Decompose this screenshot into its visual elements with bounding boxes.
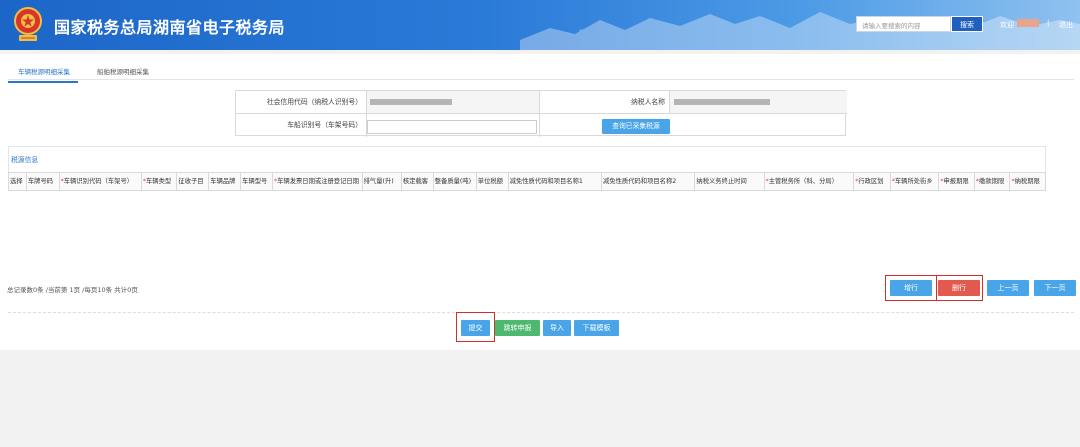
grid-column-label: 车辆型号 (242, 178, 268, 185)
grid-column-header: 减免性质代码和项目名称1 (509, 173, 602, 190)
grid-column-label: 车辆所处街乡 (894, 178, 933, 185)
grid-column-label: 车辆发票日期或注册登记日期 (277, 178, 359, 185)
credit-code-redacted (370, 99, 452, 105)
grid-column-label: 排气量(升) (363, 178, 394, 185)
taxpayer-name-field (670, 91, 847, 114)
credit-code-field (367, 91, 540, 114)
grid-title: 税源信息 (11, 156, 39, 164)
grid-column-header: *缴款期限 (975, 173, 1011, 190)
site-title: 国家税务总局湖南省电子税务局 (54, 18, 286, 37)
grid-title-bar: 税源信息 (8, 146, 1046, 173)
header-bar: 国家税务总局湖南省电子税务局 请输入要搜索的内容 搜索 欢迎 | 退出 (0, 0, 1080, 50)
mountain-skyline-decoration (520, 12, 1080, 50)
prev-page-button[interactable]: 上一页 (987, 280, 1029, 296)
grid-column-header: *主管税务所（科、分局） (765, 173, 855, 190)
username-redacted (1017, 19, 1039, 27)
main-panel: 车辆税源明细采集 船舶税源明细采集 社会信用代码（纳税人识别号） 纳税人名称 车… (0, 54, 1080, 350)
header-separator: | (1047, 19, 1050, 27)
credit-code-label: 社会信用代码（纳税人识别号） (236, 91, 367, 114)
grid-column-header: *行政区划 (854, 173, 891, 190)
pagination-summary: 总记录数0条 /当前第 1页 /每页10条 共计0页 (7, 286, 138, 294)
grid-column-label: 纳税期限 (1014, 178, 1040, 185)
grid-column-header: 整备质量(吨) (434, 173, 477, 190)
vin-label: 车船识别号（车架号码） (236, 114, 367, 137)
import-button[interactable]: 导入 (543, 320, 571, 336)
grid-column-header: 车辆品牌 (209, 173, 242, 190)
grid-column-label: 车辆类型 (145, 178, 172, 185)
grid-column-header: 核定载客 (402, 173, 434, 190)
grid-column-header: 纳税义务终止时间 (695, 173, 765, 190)
grid-column-header: 单位税额 (477, 173, 509, 190)
grid-column-label: 行政区划 (858, 178, 884, 185)
next-page-button[interactable]: 下一页 (1034, 280, 1076, 296)
active-tab-indicator (8, 81, 78, 83)
grid-header-row: 选择 车牌号码 *车辆识别代码（车架号） *车辆类型 征收子目 车辆品牌 车辆型号 *车辆发票… (8, 172, 1046, 191)
grid-column-label: 单位税额 (477, 178, 503, 185)
taxpayer-name-redacted (674, 99, 770, 105)
grid-column-header: 车牌号码 (27, 173, 60, 190)
grid-column-label: 纳税义务终止时间 (696, 178, 747, 185)
grid-column-label: 整备质量(吨) (434, 178, 472, 185)
query-form: 社会信用代码（纳税人识别号） 纳税人名称 车船识别号（车架号码） 查询已采集税源 (235, 90, 847, 137)
grid-column-label: 核定载客 (402, 178, 429, 185)
taxpayer-name-label: 纳税人名称 (540, 91, 670, 114)
grid-column-header: 选择 (9, 173, 27, 190)
grid-column-label: 车牌号码 (27, 178, 54, 185)
download-template-button[interactable]: 下载模板 (574, 320, 619, 336)
grid-column-header: *车辆发票日期或注册登记日期 (273, 173, 363, 190)
grid-column-header: *车辆识别代码（车架号） (60, 173, 142, 190)
grid-column-label: 缴款期限 (979, 178, 1005, 185)
search-input[interactable]: 请输入要搜索的内容 (856, 16, 951, 32)
grid-column-header: 征收子目 (177, 173, 210, 190)
grid-column-label: 申报期限 (943, 178, 969, 185)
tab-vehicle-tax-source[interactable]: 车辆税源明细采集 (18, 66, 70, 76)
tab-vessel-tax-source[interactable]: 船舶税源明细采集 (97, 66, 149, 76)
grid-column-header: *纳税期限 (1010, 173, 1045, 190)
grid-column-label: 主管税务所（科、分局） (768, 178, 838, 185)
submit-highlight (456, 312, 495, 342)
grid-column-header: 车辆型号 (241, 173, 273, 190)
query-collected-button[interactable]: 查询已采集税源 (602, 119, 670, 134)
grid-column-header: 排气量(升) (363, 173, 402, 190)
logout-link[interactable]: 退出 (1059, 20, 1073, 30)
tab-bar: 车辆税源明细采集 船舶税源明细采集 (8, 62, 1074, 80)
delete-row-highlight (936, 275, 983, 301)
grid-column-header: *申报期限 (939, 173, 975, 190)
grid-column-label: 选择 (10, 178, 23, 185)
section-divider (8, 312, 1074, 313)
grid-column-label: 减免性质代码和项目名称1 (509, 178, 583, 185)
grid-column-label: 减免性质代码和项目名称2 (603, 178, 677, 185)
grid-column-header: *车辆所处街乡 (891, 173, 940, 190)
grid-column-label: 征收子目 (178, 178, 204, 185)
grid-column-label: 车辆识别代码（车架号） (63, 178, 134, 185)
vin-input[interactable] (367, 120, 537, 134)
add-row-highlight (885, 275, 937, 301)
national-tax-emblem-icon (14, 7, 42, 41)
grid-column-header: *车辆类型 (142, 173, 178, 190)
search-button[interactable]: 搜索 (951, 16, 983, 32)
grid-column-header: 减免性质代码和项目名称2 (602, 173, 696, 190)
grid-column-label: 车辆品牌 (210, 178, 236, 185)
welcome-text: 欢迎 (1000, 21, 1014, 29)
goto-declare-button[interactable]: 跳转申报 (495, 320, 540, 336)
